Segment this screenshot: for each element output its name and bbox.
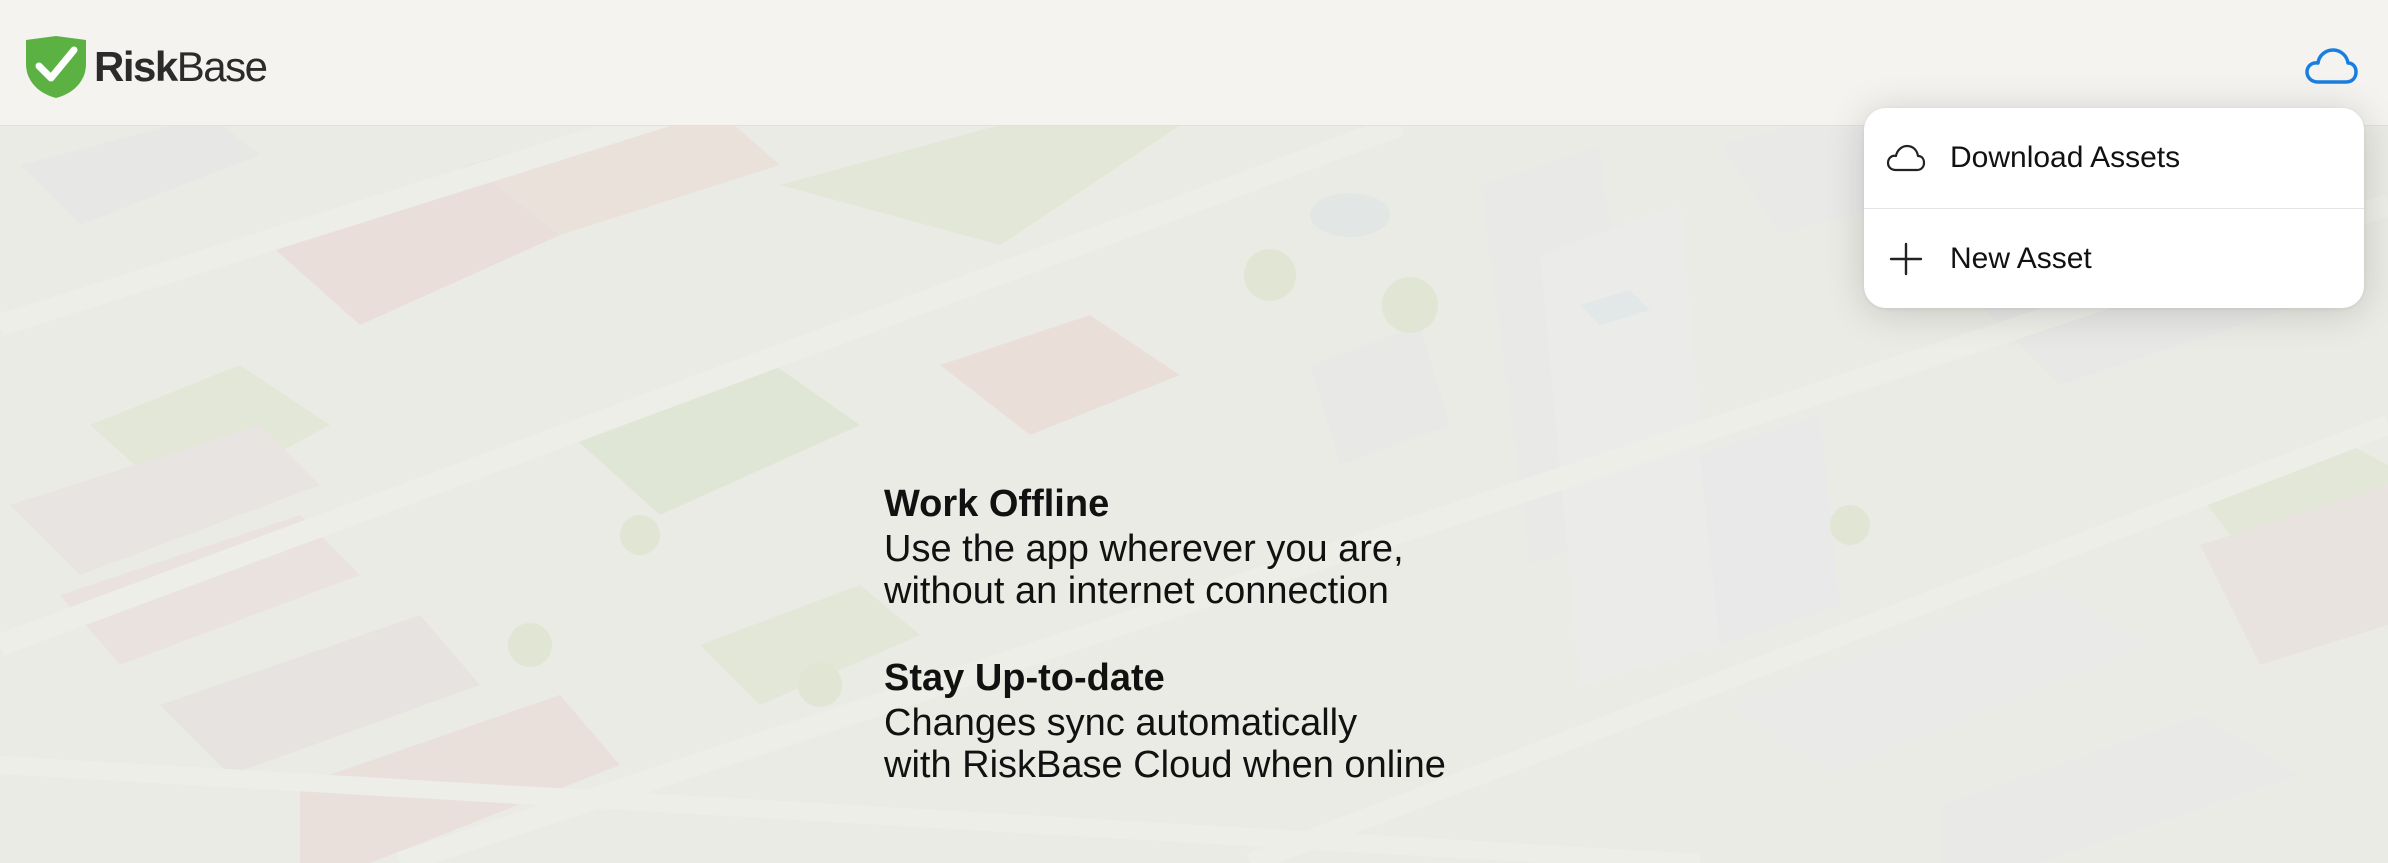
menu-item-label: Download Assets <box>1950 141 2181 174</box>
logo-risk-text: Risk <box>94 43 178 90</box>
feature-work-offline: Work Offline Use the app wherever you ar… <box>884 480 1604 612</box>
menu-item-download-assets[interactable]: Download Assets <box>1864 108 2364 208</box>
feature-description-line: with RiskBase Cloud when online <box>884 744 1446 786</box>
cloud-dropdown-menu: Download Assets New Asset <box>1864 108 2364 308</box>
feature-stay-up-to-date: Stay Up-to-date Changes sync automatical… <box>884 654 1604 786</box>
logo-wordmark: RiskBase <box>94 43 268 90</box>
app-root: RiskBase Work Offline Use the app wherev… <box>0 0 2388 863</box>
feature-description-line: Changes sync automatically <box>884 702 1358 744</box>
riskbase-logo: RiskBase <box>22 34 268 100</box>
feature-title: Stay Up-to-date <box>884 657 1165 699</box>
shield-check-icon <box>26 36 86 98</box>
cloud-icon <box>2305 48 2358 84</box>
feature-title: Work Offline <box>884 483 1110 525</box>
cloud-icon <box>1886 138 1926 178</box>
cloud-sync-button[interactable] <box>2304 46 2358 86</box>
feature-description-line: Use the app wherever you are, <box>884 528 1404 570</box>
features-panel: Work Offline Use the app wherever you ar… <box>884 480 1604 828</box>
menu-item-label: New Asset <box>1950 242 2092 275</box>
menu-item-new-asset[interactable]: New Asset <box>1864 208 2364 308</box>
feature-description-line: without an internet connection <box>884 570 1389 612</box>
plus-icon <box>1886 239 1926 279</box>
logo-base-text: Base <box>176 43 268 90</box>
